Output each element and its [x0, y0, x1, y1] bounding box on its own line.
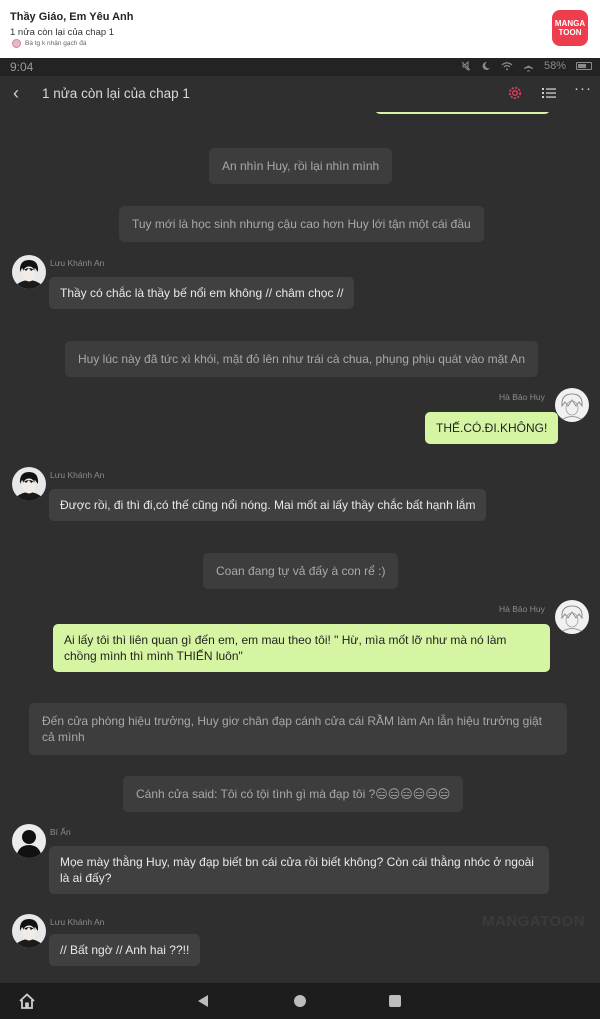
boy-avatar-icon — [12, 467, 46, 501]
author-name: Bà tg k nhận gạch đá — [25, 40, 87, 47]
battery-icon — [576, 62, 592, 70]
narration-bubble: Cánh cửa said: Tôi có tội tình gì mà đạp… — [123, 776, 464, 812]
boy-avatar-icon — [12, 914, 46, 948]
home-icon[interactable] — [18, 992, 36, 1010]
back-icon[interactable]: ‹ — [6, 82, 26, 104]
logo-line1: MANGA — [554, 19, 586, 28]
speaker-name: Lưu Khánh An — [50, 917, 105, 927]
sketch-avatar-icon — [555, 600, 589, 634]
story-header: Thầy Giáo, Em Yêu Anh 1 nửa còn lại của … — [0, 0, 600, 58]
avatar-luu-khanh-an[interactable] — [12, 914, 46, 948]
avatar-luu-khanh-an[interactable] — [12, 255, 46, 289]
speaker-name: Lưu Khánh An — [50, 258, 105, 268]
wifi-icon — [501, 62, 513, 71]
status-time: 9:04 — [10, 60, 34, 74]
message-bubble-left: // Bất ngờ // Anh hai ??!! — [49, 934, 201, 966]
message-bubble-left: Mọe mày thằng Huy, mày đạp biết bn cái c… — [49, 846, 549, 894]
narration-bubble: Coan đang tự vả đấy à con rể :) — [203, 553, 399, 589]
narration-text: Cánh cửa said: Tôi có tội tình gì mà đạp… — [136, 787, 451, 801]
logo-line2: TOON — [558, 28, 582, 37]
reader-toolbar: ‹ 1 nửa còn lại của chap 1 ··· — [0, 76, 600, 112]
narration-text: Đến cửa phòng hiệu trưởng, Huy giơ chân … — [42, 714, 543, 744]
message-text: Được rồi, đi thì đi,có thế cũng nổi nóng… — [60, 498, 476, 512]
narration-text: An nhìn Huy, rồi lại nhìn mình — [222, 159, 380, 173]
author-line: Bà tg k nhận gạch đá — [12, 39, 86, 48]
list-icon[interactable] — [541, 85, 557, 101]
narration-bubble: Đến cửa phòng hiệu trưởng, Huy giơ chân … — [29, 703, 567, 755]
status-bar: 9:04 58% — [0, 58, 600, 76]
narration-text: Tuy mới là học sinh nhưng cậu cao hơn Hu… — [132, 217, 471, 231]
author-avatar — [12, 39, 21, 48]
moon-icon — [482, 61, 490, 70]
status-icons: 58% — [461, 60, 592, 72]
avatar-ha-bao-huy[interactable] — [555, 388, 589, 422]
mangatoon-logo[interactable]: MANGA TOON — [552, 10, 588, 46]
settings-icon[interactable] — [506, 84, 524, 102]
message-text: // Bất ngờ // Anh hai ??!! — [60, 943, 190, 957]
narration-text: Coan đang tự vả đấy à con rể :) — [216, 564, 386, 578]
nav-home-circle-icon[interactable] — [294, 995, 306, 1007]
nav-back-icon[interactable] — [196, 994, 210, 1008]
sketch-avatar-icon — [555, 388, 589, 422]
narration-text: Huy lúc này đã tức xì khói, mặt đỏ lên n… — [78, 352, 525, 366]
nav-recents-icon[interactable] — [389, 995, 401, 1007]
message-text: THẾ.CÓ.ĐI.KHÔNG! — [436, 421, 548, 435]
message-text: Mọe mày thằng Huy, mày đạp biết bn cái c… — [60, 855, 534, 885]
partial-right-bubble — [375, 112, 550, 114]
story-title: Thầy Giáo, Em Yêu Anh — [10, 11, 134, 23]
chapter-subtitle: 1 nửa còn lại của chap 1 — [10, 27, 115, 38]
speaker-name: Hà Bảo Huy — [499, 604, 545, 614]
avatar-luu-khanh-an[interactable] — [12, 467, 46, 501]
message-bubble-left: Được rồi, đi thì đi,có thế cũng nổi nóng… — [49, 489, 487, 521]
message-bubble-right: THẾ.CÓ.ĐI.KHÔNG! — [425, 412, 559, 444]
message-bubble-left: Thầy có chắc là thầy bế nổi em không // … — [49, 277, 355, 309]
more-icon[interactable]: ··· — [574, 81, 592, 100]
boy-avatar-icon — [12, 255, 46, 289]
system-nav-bar — [0, 983, 600, 1019]
reader-title: 1 nửa còn lại của chap 1 — [42, 86, 190, 101]
speaker-name: Bí Ẩn — [50, 827, 71, 837]
narration-bubble: Huy lúc này đã tức xì khói, mặt đỏ lên n… — [65, 341, 538, 377]
narration-bubble: Tuy mới là học sinh nhưng cậu cao hơn Hu… — [119, 206, 484, 242]
avatar-bi-an[interactable] — [12, 824, 46, 858]
chat-area[interactable]: An nhìn Huy, rồi lại nhìn mình Tuy mới l… — [0, 112, 600, 983]
message-bubble-right: Ai lấy tôi thì liên quan gì đến em, em m… — [53, 624, 550, 672]
battery-percent: 58% — [543, 60, 566, 72]
silhouette-avatar-icon — [12, 824, 46, 858]
speaker-name: Hà Bảo Huy — [499, 392, 545, 402]
message-text: Ai lấy tôi thì liên quan gì đến em, em m… — [64, 633, 507, 663]
speaker-name: Lưu Khánh An — [50, 470, 105, 480]
mangatoon-watermark: MANGATOON — [482, 913, 586, 930]
narration-bubble: An nhìn Huy, rồi lại nhìn mình — [209, 148, 393, 184]
mute-icon — [461, 61, 471, 71]
avatar-ha-bao-huy[interactable] — [555, 600, 589, 634]
message-text: Thầy có chắc là thầy bế nổi em không // … — [60, 286, 344, 300]
airplane-icon — [523, 61, 533, 72]
